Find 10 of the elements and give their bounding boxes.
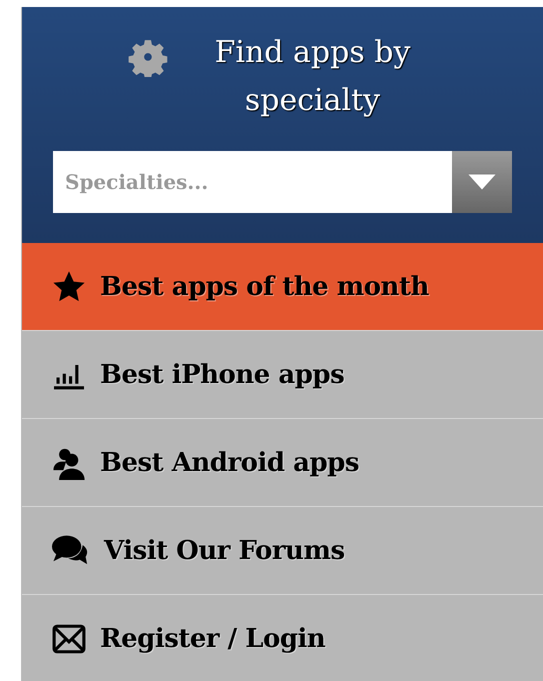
menu-item[interactable]: Best iPhone apps	[22, 330, 543, 418]
star-icon	[52, 270, 86, 304]
caret-icon	[467, 173, 497, 191]
gear-icon	[128, 37, 168, 77]
menu-item[interactable]: Best apps of the month	[22, 243, 543, 330]
menu-item[interactable]: Register / Login	[22, 594, 543, 681]
header-title: Find apps by specialty	[214, 34, 412, 120]
menu-item[interactable]: Best Android apps	[22, 418, 543, 506]
menu-item[interactable]: Visit Our Forums	[22, 506, 543, 594]
envelope-icon	[52, 622, 86, 656]
